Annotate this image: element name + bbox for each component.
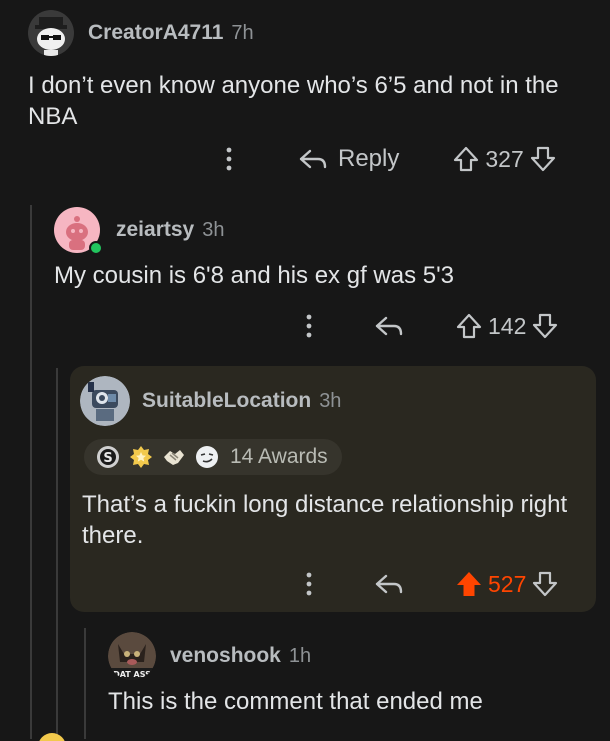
comment-header: SuitableLocation 3h <box>80 376 590 426</box>
svg-text:S: S <box>103 451 112 466</box>
comment-body: This is the comment that ended me <box>108 688 483 715</box>
upvote-icon-active[interactable] <box>456 570 482 598</box>
comment-actions: 142 <box>302 312 558 340</box>
robot-avatar-icon <box>80 376 130 426</box>
comment-actions: Reply 327 <box>222 145 556 173</box>
vote-count: 327 <box>485 145 524 172</box>
reply-label: Reply <box>338 145 400 172</box>
handshake-award-icon <box>164 450 184 465</box>
more-options-icon[interactable] <box>302 570 316 598</box>
awards-count: 14 Awards <box>230 445 328 468</box>
username[interactable]: CreatorA4711 <box>88 21 223 45</box>
next-comment-avatar[interactable] <box>38 731 68 741</box>
comment-header: CreatorA4711 7h <box>28 10 588 56</box>
comment-body: That’s a fuckin long distance relationsh… <box>82 491 568 549</box>
user-avatar[interactable] <box>28 10 74 56</box>
cat-avatar-icon: DAT ASS <box>108 632 156 680</box>
timestamp: 1h <box>288 644 312 667</box>
comment-header: DAT ASS venoshook 1h <box>108 632 588 680</box>
comment-body: My cousin is 6'8 and his ex gf was 5'3 <box>54 262 455 289</box>
timestamp: 7h <box>231 21 254 44</box>
thread-line[interactable] <box>56 368 58 739</box>
comment-header: zeiartsy 3h <box>54 207 594 255</box>
comment-zeiartsy: zeiartsy 3h My cousin is 6'8 and his ex … <box>54 207 594 291</box>
snoo-avatar-icon <box>54 207 103 255</box>
silver-award-icon: S <box>97 446 119 468</box>
upvote-icon[interactable] <box>453 145 479 173</box>
comment-creatora4711: CreatorA4711 7h I don’t even know anyone… <box>28 10 588 132</box>
downvote-icon[interactable] <box>532 312 558 340</box>
comment-suitablelocation: SuitableLocation 3h <box>80 376 590 426</box>
user-avatar[interactable] <box>80 376 130 426</box>
more-options-icon[interactable] <box>222 145 236 173</box>
thread-line[interactable] <box>30 205 32 739</box>
gold-award-icon <box>130 446 152 468</box>
upvote-icon[interactable] <box>456 312 482 340</box>
username[interactable]: venoshook <box>170 644 281 668</box>
awards-bar[interactable]: S 14 Awards <box>84 439 342 475</box>
reply-arrow-icon[interactable] <box>374 314 404 338</box>
comment-body: I don’t even know anyone who’s 6’5 and n… <box>28 72 559 130</box>
avatar-caption: DAT ASS <box>113 670 151 679</box>
user-avatar[interactable]: DAT ASS <box>108 632 156 680</box>
creator-avatar-icon <box>28 10 74 56</box>
downvote-icon[interactable] <box>532 570 558 598</box>
comment-venoshook: DAT ASS venoshook 1h This is the comment… <box>108 632 588 717</box>
reply-button[interactable]: Reply <box>298 145 399 173</box>
thread-line[interactable] <box>84 628 86 739</box>
smirk-award-icon <box>196 446 218 468</box>
vote-count: 527 <box>488 570 527 597</box>
reply-arrow-icon <box>299 149 327 169</box>
more-options-icon[interactable] <box>302 312 316 340</box>
timestamp: 3h <box>319 389 342 412</box>
reply-arrow-icon[interactable] <box>374 572 404 596</box>
user-avatar[interactable] <box>54 207 103 255</box>
comment-actions: 527 <box>302 570 558 598</box>
username[interactable]: SuitableLocation <box>142 389 311 413</box>
vote-count: 142 <box>488 312 527 339</box>
username[interactable]: zeiartsy <box>116 218 194 242</box>
downvote-icon[interactable] <box>530 145 556 173</box>
timestamp: 3h <box>202 218 225 241</box>
